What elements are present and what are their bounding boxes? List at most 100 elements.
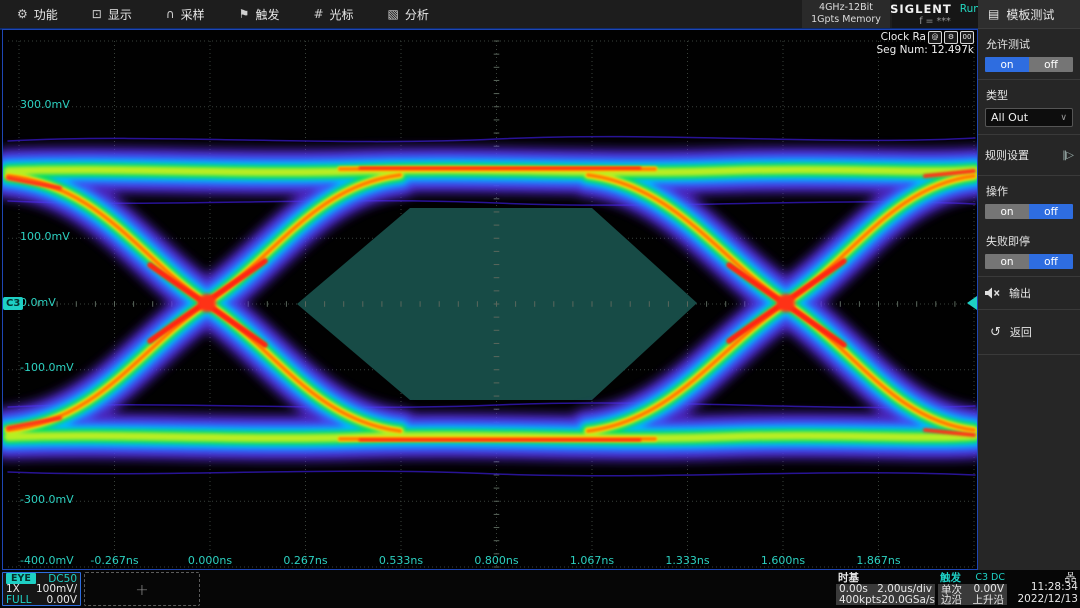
device-bandwidth: 4GHz-12Bit: [819, 2, 873, 14]
run-status[interactable]: Run: [960, 3, 980, 15]
t-label: 0.000ns: [188, 554, 232, 567]
acquire-icon: ∩: [166, 7, 175, 21]
brand-block: SIGLENT Run f = ***: [892, 0, 978, 28]
channel-c3-marker[interactable]: C3: [3, 297, 23, 310]
mask-type-dropdown[interactable]: All Out ∨: [985, 108, 1073, 127]
mask-type-value: All Out: [991, 111, 1028, 124]
touch-icon[interactable]: @: [928, 31, 942, 44]
counter-icon[interactable]: 00: [960, 31, 974, 44]
menu-item-function[interactable]: ⚙ 功能: [0, 0, 75, 28]
timebase-block[interactable]: 时基 0.00s 2.00us/div 400kpts 20.0GSa/s: [836, 572, 935, 605]
t-label: 0.533ns: [379, 554, 423, 567]
trigger-type: 边沿: [941, 592, 962, 607]
trigger-level-marker[interactable]: [967, 296, 977, 310]
sample-rate: 20.0GSa/s: [881, 594, 935, 606]
analysis-icon: ▧: [388, 7, 399, 21]
system-time: 11:28:34: [1010, 582, 1078, 594]
list-icon: ▤: [988, 7, 999, 21]
brand-logo: SIGLENT: [890, 2, 952, 16]
t-label: 0.267ns: [283, 554, 327, 567]
v-label: 100.0mV: [20, 230, 70, 243]
rule-settings-label: 规则设置: [985, 147, 1029, 163]
t-label: 1.600ns: [761, 554, 805, 567]
device-info: 4GHz-12Bit 1Gpts Memory: [802, 0, 890, 28]
settings-icon[interactable]: ⚙: [944, 31, 958, 44]
mask-test-panel: ▤ 模板测试 允许测试 on off 类型 All Out ∨ 规则设置 ‖▷ …: [978, 0, 1080, 608]
menu-item-display[interactable]: ⊡ 显示: [75, 0, 149, 28]
menu-label: 显示: [108, 6, 132, 23]
allow-test-section: 允许测试 on off: [978, 29, 1080, 80]
operate-label: 操作: [986, 183, 1073, 199]
display-icon: ⊡: [92, 7, 102, 21]
allow-test-toggle[interactable]: on off: [985, 57, 1073, 72]
cursor-icon: #: [313, 7, 323, 21]
channel-bandwidth: FULL: [6, 594, 31, 606]
menu-label: 触发: [255, 6, 279, 23]
operate-section: 操作 on off: [978, 176, 1080, 226]
waveform-display: 300.0mV 200.0mV 100.0mV 0.0mV -100.0mV -…: [2, 29, 978, 570]
menu-bar: ⚙ 功能 ⊡ 显示 ∩ 采样 ⚑ 触发 # 光标 ▧ 分析 4GHz-12Bit…: [0, 0, 978, 30]
t-label: 1.067ns: [570, 554, 614, 567]
operate-on-button[interactable]: on: [985, 204, 1029, 219]
clock-block: 11:28:34 2022/12/13: [1010, 572, 1078, 605]
stop-on-fail-label: 失败即停: [986, 233, 1073, 249]
device-memory: 1Gpts Memory: [811, 14, 881, 26]
v-label: -400.0mV: [20, 554, 74, 567]
menu-label: 光标: [330, 6, 354, 23]
back-arrow-icon: ↺: [990, 326, 1001, 339]
menu-label: 分析: [405, 6, 429, 23]
type-section: 类型 All Out ∨: [978, 80, 1080, 135]
menu-label: 功能: [34, 6, 58, 23]
gear-icon: ⚙: [17, 7, 28, 21]
v-label: 0.0mV: [20, 296, 56, 309]
system-date: 2022/12/13: [1010, 594, 1078, 606]
output-row[interactable]: 输出: [978, 277, 1080, 310]
menu-label: 采样: [181, 6, 205, 23]
menu-item-analysis[interactable]: ▧ 分析: [371, 0, 446, 28]
freq-counter: f = ***: [919, 16, 951, 27]
menu-item-acquire[interactable]: ∩ 采样: [149, 0, 222, 28]
trigger-flag-icon: ⚑: [239, 7, 250, 21]
back-label: 返回: [1010, 324, 1032, 340]
t-label: 0.800ns: [474, 554, 518, 567]
stop-on-fail-section: 失败即停 on off: [978, 226, 1080, 277]
v-label: -300.0mV: [20, 493, 74, 506]
stop-on-fail-on-button[interactable]: on: [985, 254, 1029, 269]
t-label: 1.867ns: [856, 554, 900, 567]
panel-header: ▤ 模板测试: [978, 0, 1080, 29]
speaker-muted-icon: [985, 287, 1000, 299]
t-label: 1.333ns: [665, 554, 709, 567]
operate-toggle[interactable]: on off: [985, 204, 1073, 219]
allow-test-label: 允许测试: [986, 36, 1073, 52]
plus-icon: +: [135, 580, 148, 599]
add-channel-slot[interactable]: +: [84, 572, 200, 606]
allow-test-off-button[interactable]: off: [1029, 57, 1073, 72]
back-row[interactable]: ↺ 返回: [978, 310, 1080, 355]
rule-settings-row[interactable]: 规则设置 ‖▷: [978, 135, 1080, 176]
trigger-block[interactable]: 触发 C3 DC 单次 0.00V 边沿 上升沿: [938, 572, 1007, 605]
stop-on-fail-toggle[interactable]: on off: [985, 254, 1073, 269]
trigger-source: C3 DC: [975, 572, 1005, 583]
status-bar: EYE DC50 1X 100mV/ FULL 0.00V + 时基 0.00s…: [0, 570, 1080, 608]
seg-num-text: Seg Num: 12.497k: [876, 44, 974, 56]
eye-diagram-plot: 300.0mV 200.0mV 100.0mV 0.0mV -100.0mV -…: [3, 30, 977, 569]
channel-offset: 0.00V: [46, 594, 77, 606]
expand-arrow-icon: ‖▷: [1062, 150, 1073, 161]
t-label: -0.267ns: [90, 554, 138, 567]
panel-title: 模板测试: [1006, 6, 1054, 23]
operate-off-button[interactable]: off: [1029, 204, 1073, 219]
allow-test-on-button[interactable]: on: [985, 57, 1029, 72]
stop-on-fail-off-button[interactable]: off: [1029, 254, 1073, 269]
trigger-slope: 上升沿: [973, 592, 1005, 607]
timebase-points: 400kpts: [839, 594, 881, 606]
center-axis-ticks: [19, 41, 974, 567]
type-label: 类型: [986, 87, 1073, 103]
menu-item-trigger[interactable]: ⚑ 触发: [222, 0, 297, 28]
menu-item-cursor[interactable]: # 光标: [296, 0, 370, 28]
v-label: 300.0mV: [20, 98, 70, 111]
grid-info-overlay: Clock Ra @ ⚙ 00 Seg Num: 12.497k: [876, 31, 974, 56]
chevron-down-icon: ∨: [1060, 113, 1067, 123]
channel-descriptor-box[interactable]: EYE DC50 1X 100mV/ FULL 0.00V: [2, 572, 81, 606]
output-label: 输出: [1009, 285, 1031, 301]
clock-recovery-text: Clock Ra: [881, 31, 926, 43]
